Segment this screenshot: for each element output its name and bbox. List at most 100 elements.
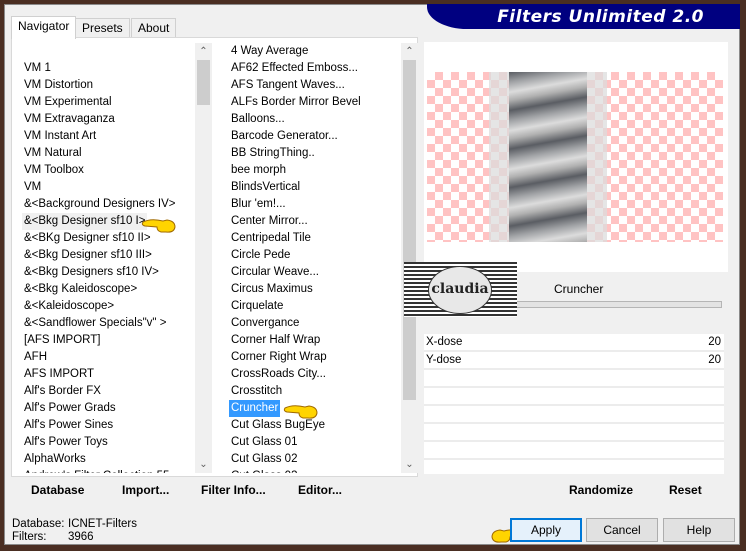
list-item[interactable]: Andrew's Filter Collection 55 (22, 468, 171, 473)
parameter-label: Y-dose (426, 354, 462, 366)
list-item[interactable]: Cut Glass 01 (229, 434, 299, 451)
scroll-up-icon[interactable]: ⌃ (401, 43, 418, 60)
reset-button[interactable]: Reset (669, 478, 702, 502)
apply-button[interactable]: Apply (510, 518, 582, 542)
preview-image (427, 72, 723, 242)
left-button-bar: Database Import... Filter Info... Editor… (11, 478, 416, 502)
preview-fade-left (489, 72, 509, 242)
tab-navigator[interactable]: Navigator (11, 16, 77, 39)
list-item[interactable]: &<Bkg Designer sf10 III> (22, 247, 154, 264)
list-item[interactable]: Center Mirror... (229, 213, 310, 230)
cancel-button[interactable]: Cancel (586, 518, 658, 542)
scroll-down-icon[interactable]: ⌄ (401, 456, 418, 473)
list-item[interactable]: VM Instant Art (22, 128, 98, 145)
list-item[interactable]: &<Sandflower Specials"v" > (22, 315, 168, 332)
parameter-label: X-dose (426, 336, 463, 348)
list-item[interactable]: Cirquelate (229, 298, 285, 315)
list-item[interactable]: Cut Glass 03 (229, 468, 299, 473)
list-item[interactable]: Crosstitch (229, 383, 284, 400)
list-item[interactable]: Alf's Power Sines (22, 417, 115, 434)
list-item[interactable]: 4 Way Average (229, 43, 310, 60)
parameter-value[interactable]: 20 (708, 334, 721, 350)
list-item[interactable]: Centripedal Tile (229, 230, 313, 247)
list-item[interactable]: Alf's Power Toys (22, 434, 110, 451)
parameter-row[interactable]: Y-dose 20 (424, 352, 724, 370)
list-item[interactable]: VM Experimental (22, 94, 114, 111)
watermark-text: claudia (428, 266, 492, 314)
list-item[interactable]: &<Kaleidoscope> (22, 298, 116, 315)
list-item[interactable]: [AFS IMPORT] (22, 332, 102, 349)
list-item[interactable]: AF62 Effected Emboss... (229, 60, 360, 77)
list-item[interactable]: Circle Pede (229, 247, 292, 264)
list-item[interactable]: &<Bkg Designer sf10 I> (22, 213, 148, 230)
preview-strip (489, 72, 607, 242)
parameter-list: X-dose 20 Y-dose 20 (424, 334, 724, 474)
list-item[interactable]: AlphaWorks (22, 451, 88, 468)
scroll-thumb[interactable] (197, 60, 210, 105)
database-label: Database: (12, 518, 65, 530)
help-button[interactable]: Help (663, 518, 735, 542)
list-item[interactable]: BB StringThing.. (229, 145, 317, 162)
list-item[interactable]: AFS Tangent Waves... (229, 77, 347, 94)
list-item[interactable]: VM (22, 179, 43, 196)
empty-parameter-row (424, 406, 724, 424)
category-scrollbar[interactable]: ⌃ ⌄ (195, 43, 212, 473)
list-item[interactable]: Balloons... (229, 111, 287, 128)
list-item[interactable]: VM Extravaganza (22, 111, 117, 128)
preview-fade-right (587, 72, 607, 242)
list-item[interactable]: BlindsVertical (229, 179, 302, 196)
parameter-row[interactable]: X-dose 20 (424, 334, 724, 352)
list-item[interactable]: AFH (22, 349, 49, 366)
list-item[interactable]: Corner Right Wrap (229, 349, 329, 366)
list-item[interactable]: Blur 'em!... (229, 196, 288, 213)
empty-parameter-row (424, 388, 724, 406)
empty-parameter-row (424, 424, 724, 442)
watermark-logo: claudia (404, 262, 517, 317)
list-item[interactable]: &<Bkg Kaleidoscope> (22, 281, 139, 298)
filter-scrollbar[interactable]: ⌃ ⌄ (401, 43, 418, 473)
filters-count-value: 3966 (68, 531, 94, 543)
tab-about[interactable]: About (131, 18, 177, 38)
list-item[interactable]: Alf's Power Grads (22, 400, 118, 417)
list-item[interactable]: CrossRoads City... (229, 366, 328, 383)
list-item[interactable]: &<Bkg Designers sf10 IV> (22, 264, 161, 281)
right-button-bar: Randomize Reset (424, 478, 724, 502)
list-item[interactable]: VM 1 (22, 60, 53, 77)
filters-count-label: Filters: (12, 531, 47, 543)
import-button[interactable]: Import... (122, 478, 169, 502)
filter-info-button[interactable]: Filter Info... (201, 478, 266, 502)
tab-presets[interactable]: Presets (75, 18, 130, 38)
list-item[interactable]: Circular Weave... (229, 264, 321, 281)
scroll-up-icon[interactable]: ⌃ (195, 43, 212, 60)
list-item[interactable]: Alf's Border FX (22, 383, 103, 400)
list-item[interactable]: &<BKg Designer sf10 II> (22, 230, 153, 247)
app-title-banner: Filters Unlimited 2.0 (427, 4, 740, 29)
list-item[interactable]: &<Background Designers IV> (22, 196, 178, 213)
empty-parameter-row (424, 370, 724, 388)
category-list[interactable]: VM 1 VM Distortion VM Experimental VM Extra… (18, 43, 196, 473)
scroll-thumb[interactable] (403, 60, 416, 400)
randomize-button[interactable]: Randomize (569, 478, 633, 502)
list-item[interactable]: Cruncher (229, 400, 281, 417)
empty-parameter-row (424, 442, 724, 460)
pointing-hand-icon (283, 402, 319, 420)
database-button[interactable]: Database (31, 478, 84, 502)
preview-core (509, 72, 587, 242)
editor-button[interactable]: Editor... (298, 478, 342, 502)
list-item[interactable]: VM Distortion (22, 77, 95, 94)
list-item[interactable]: Circus Maximus (229, 281, 315, 298)
list-item[interactable]: VM Toolbox (22, 162, 86, 179)
status-area: Database: ICNET-Filters Filters: 3966 (12, 518, 137, 544)
list-item[interactable]: bee morph (229, 162, 288, 179)
list-item[interactable]: Convergance (229, 315, 301, 332)
selected-filter-name: Cruncher (554, 282, 604, 296)
list-item[interactable]: Barcode Generator... (229, 128, 340, 145)
list-item[interactable]: ALFs Border Mirror Bevel (229, 94, 363, 111)
list-item[interactable]: VM Natural (22, 145, 84, 162)
parameter-value[interactable]: 20 (708, 352, 721, 368)
scroll-down-icon[interactable]: ⌄ (195, 456, 212, 473)
list-item[interactable]: AFS IMPORT (22, 366, 96, 383)
preview-panel (424, 42, 728, 272)
list-item[interactable]: Corner Half Wrap (229, 332, 322, 349)
list-item[interactable]: Cut Glass 02 (229, 451, 299, 468)
